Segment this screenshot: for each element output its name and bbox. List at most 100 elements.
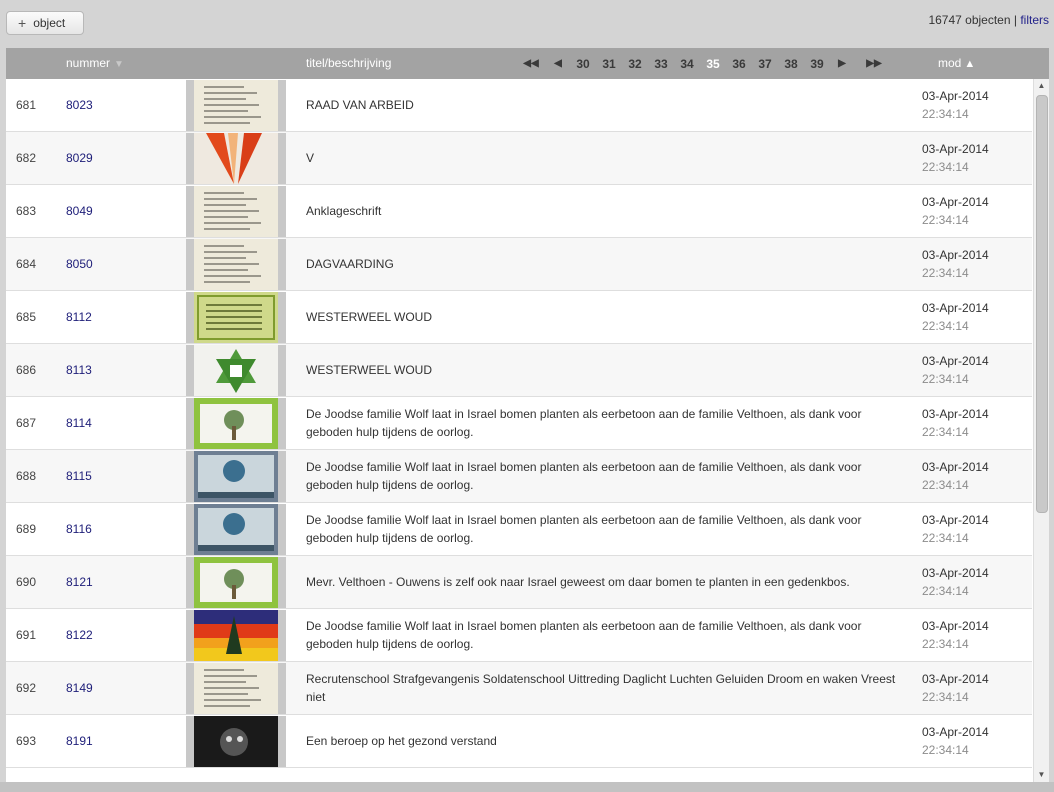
object-thumbnail[interactable] <box>186 716 286 767</box>
table-row[interactable]: 681 8023 RAAD VAN ARBEID 03-Apr-2014 22:34:1… <box>6 79 1032 132</box>
pager-page-35[interactable]: 35 <box>700 57 726 71</box>
row-index: 685 <box>16 310 37 324</box>
sort-down-icon: ▼ <box>114 59 124 70</box>
table-row[interactable]: 692 8149 Recrutenschool Strafgevangenis So… <box>6 662 1032 715</box>
modified-timestamp: 03-Apr-2014 22:34:14 <box>922 511 989 547</box>
row-index: 683 <box>16 204 37 218</box>
object-description: De Joodse familie Wolf laat in Israel bo… <box>306 609 906 661</box>
pager-page-38[interactable]: 38 <box>778 57 804 71</box>
row-index: 688 <box>16 469 37 483</box>
table-body: 681 8023 RAAD VAN ARBEID 03-Apr-2014 22:34:1… <box>6 79 1032 782</box>
scroll-up-arrow-icon[interactable]: ▲ <box>1034 79 1049 93</box>
pager-prev-icon[interactable]: ◀ <box>546 58 570 69</box>
object-number-link[interactable]: 8116 <box>66 503 92 555</box>
separator: | <box>1013 13 1017 27</box>
scroll-down-arrow-icon[interactable]: ▼ <box>1034 768 1049 782</box>
object-thumbnail[interactable] <box>186 663 286 714</box>
modified-timestamp: 03-Apr-2014 22:34:14 <box>922 87 989 123</box>
object-description: RAAD VAN ARBEID <box>306 79 906 131</box>
row-index: 689 <box>16 522 37 536</box>
object-description: DAGVAARDING <box>306 238 906 290</box>
object-number-link[interactable]: 8029 <box>66 132 93 184</box>
pager-first-icon[interactable]: ◀◀ <box>516 58 546 69</box>
modified-time: 22:34:14 <box>922 107 969 121</box>
object-thumbnail[interactable] <box>186 80 286 131</box>
scrollbar-thumb[interactable] <box>1036 95 1048 513</box>
object-description: WESTERWEEL WOUD <box>306 344 906 396</box>
table-row[interactable]: 693 8191 Een beroep op het gezond verstand… <box>6 715 1032 768</box>
object-number-link[interactable]: 8121 <box>66 556 93 608</box>
top-toolbar: + object 16747 objecten | filters <box>0 0 1054 48</box>
object-number-link[interactable]: 8114 <box>66 397 92 449</box>
header-mod[interactable]: mod ▲ <box>938 48 975 79</box>
row-index: 690 <box>16 575 37 589</box>
pager-page-30[interactable]: 30 <box>570 57 596 71</box>
table-row[interactable]: 691 8122 De Joodse familie Wolf laat in Is… <box>6 609 1032 662</box>
object-thumbnail[interactable] <box>186 133 286 184</box>
modified-date: 03-Apr-2014 <box>922 89 989 103</box>
object-thumbnail[interactable] <box>186 398 286 449</box>
horizontal-scrollbar[interactable] <box>0 782 1054 792</box>
row-index: 693 <box>16 734 37 748</box>
modified-timestamp: 03-Apr-2014 22:34:14 <box>922 352 989 388</box>
object-thumbnail[interactable] <box>186 239 286 290</box>
object-thumbnail[interactable] <box>186 504 286 555</box>
table-row[interactable]: 688 8115 De Joodse familie Wolf laat in Is… <box>6 450 1032 503</box>
row-index: 692 <box>16 681 37 695</box>
pager-page-31[interactable]: 31 <box>596 57 622 71</box>
object-description: Anklageschrift <box>306 185 906 237</box>
add-object-button[interactable]: + object <box>6 11 84 35</box>
table-row[interactable]: 690 8121 Mevr. Velthoen - Ouwens is zelf o… <box>6 556 1032 609</box>
object-description-text: De Joodse familie Wolf laat in Israel bo… <box>306 513 862 545</box>
object-thumbnail[interactable] <box>186 610 286 661</box>
object-thumbnail[interactable] <box>186 186 286 237</box>
header-nummer[interactable]: nummer ▼ <box>66 48 124 79</box>
modified-timestamp: 03-Apr-2014 22:34:14 <box>922 564 989 600</box>
object-thumbnail[interactable] <box>186 345 286 396</box>
object-description-text: RAAD VAN ARBEID <box>306 98 414 112</box>
object-number-link[interactable]: 8113 <box>66 344 92 396</box>
modified-date: 03-Apr-2014 <box>922 460 989 474</box>
table-row[interactable]: 685 8112 WESTERWEEL WOUD 03-Apr-2014 22:34:1… <box>6 291 1032 344</box>
object-number-link[interactable]: 8049 <box>66 185 93 237</box>
table-row[interactable]: 684 8050 DAGVAARDING 03-Apr-2014 22:34:14 <box>6 238 1032 291</box>
pager-page-32[interactable]: 32 <box>622 57 648 71</box>
pager-next-icon[interactable]: ▶ <box>830 58 854 69</box>
object-thumbnail[interactable] <box>186 451 286 502</box>
modified-date: 03-Apr-2014 <box>922 354 989 368</box>
pager-page-37[interactable]: 37 <box>752 57 778 71</box>
pager-page-33[interactable]: 33 <box>648 57 674 71</box>
row-index: 691 <box>16 628 37 642</box>
modified-time: 22:34:14 <box>922 372 969 386</box>
pager-page-36[interactable]: 36 <box>726 57 752 71</box>
object-number-link[interactable]: 8149 <box>66 662 93 714</box>
pager-page-34[interactable]: 34 <box>674 57 700 71</box>
pager-last-icon[interactable]: ▶▶ <box>854 58 894 69</box>
object-number-link[interactable]: 8122 <box>66 609 93 661</box>
header-titel[interactable]: titel/beschrijving <box>306 48 391 79</box>
object-description: Recrutenschool Strafgevangenis Soldatens… <box>306 662 906 714</box>
object-number-link[interactable]: 8050 <box>66 238 93 290</box>
sort-up-icon: ▲ <box>964 58 976 70</box>
modified-time: 22:34:14 <box>922 213 969 227</box>
object-number-link[interactable]: 8115 <box>66 450 92 502</box>
modified-time: 22:34:14 <box>922 160 969 174</box>
object-thumbnail[interactable] <box>186 557 286 608</box>
table-row[interactable]: 686 8113 WESTERWEEL WOUD 03-Apr-2014 22:34:1… <box>6 344 1032 397</box>
object-number-link[interactable]: 8191 <box>66 715 93 767</box>
table-row[interactable]: 683 8049 Anklageschrift 03-Apr-2014 22:34:14 <box>6 185 1032 238</box>
modified-timestamp: 03-Apr-2014 22:34:14 <box>922 670 989 706</box>
table-row[interactable]: 687 8114 De Joodse familie Wolf laat in Is… <box>6 397 1032 450</box>
modified-date: 03-Apr-2014 <box>922 619 989 633</box>
table-row[interactable]: 682 8029 V 03-Apr-2014 22:34:14 <box>6 132 1032 185</box>
vertical-scrollbar[interactable]: ▲ ▼ <box>1033 79 1049 782</box>
object-number-link[interactable]: 8023 <box>66 79 93 131</box>
object-description-text: WESTERWEEL WOUD <box>306 310 433 324</box>
row-index: 681 <box>16 98 37 112</box>
modified-timestamp: 03-Apr-2014 22:34:14 <box>922 723 989 759</box>
filters-link[interactable]: filters <box>1020 13 1049 27</box>
object-thumbnail[interactable] <box>186 292 286 343</box>
table-row[interactable]: 689 8116 De Joodse familie Wolf laat in Is… <box>6 503 1032 556</box>
pager-page-39[interactable]: 39 <box>804 57 830 71</box>
object-number-link[interactable]: 8112 <box>66 291 92 343</box>
